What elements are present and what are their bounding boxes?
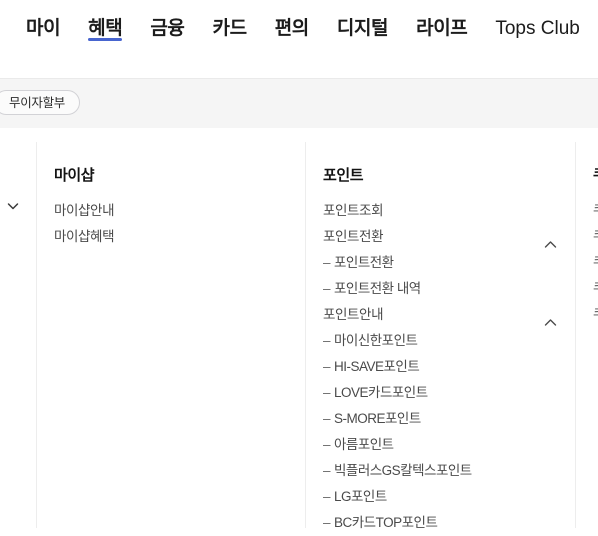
dash-bullet-icon: – [323,437,331,452]
menu-item-label: 포인트안내 [323,307,384,322]
submenu-item-label: LOVE카드포인트 [334,385,428,400]
submenu-item[interactable]: – HI-SAVE포인트 [323,354,563,380]
filter-chip-bar: 무이자할부 [0,78,598,128]
tab-active-underline [213,38,247,41]
menu-item[interactable]: 마이샵안내 [54,198,294,224]
menu-list: 포인트조회 포인트전환 – 포인트전환 – 포인트전환 내역 포인트안내 – 마이신한포인트 – H… [323,198,563,536]
dash-bullet-icon: – [323,411,331,426]
submenu-list: – 마이신한포인트 – HI-SAVE포인트 – LOVE카드포인트 – S-MORE포인트 –… [323,328,563,536]
menu-item[interactable]: 쿠 [593,224,598,250]
menu-item-label: 포인트조회 [323,203,384,218]
tab-active-underline [495,38,580,41]
tab-1[interactable]: 혜택 [74,0,136,41]
menu-column-point: 포인트 포인트조회 포인트전환 – 포인트전환 – 포인트전환 내역 포인트안내 – 마이신한포인… [323,128,563,536]
submenu-list: – 포인트전환 – 포인트전환 내역 [323,250,563,302]
tab-label: 디지털 [336,18,389,39]
menu-item-label: 마이샵안내 [54,203,115,218]
menu-group-header[interactable]: 포인트안내 [323,302,563,328]
tab-3[interactable]: 카드 [199,0,261,41]
menu-item-label: 쿠 [593,307,598,322]
tab-active-underline [26,38,60,41]
menu-item[interactable]: 포인트조회 [323,198,563,224]
column-title: 쿠 [593,166,598,186]
submenu-item-label: 아름포인트 [334,437,394,452]
dash-bullet-icon: – [323,463,331,478]
mega-menu-panel: 마이샵 마이샵안내 마이샵혜택 포인트 포인트조회 포인트전환 – 포인트전환 – 포인트전환 … [0,128,598,530]
tab-active-underline [416,38,467,41]
submenu-item[interactable]: – LG포인트 [323,484,563,510]
dash-bullet-icon: – [323,359,331,374]
tab-active-underline [337,38,388,41]
menu-item-label: 쿠 [593,203,598,218]
submenu-item[interactable]: – 포인트전환 내역 [323,276,563,302]
dash-bullet-icon: – [323,515,331,530]
tab-5[interactable]: 디지털 [323,0,402,41]
menu-item-label: 쿠 [593,255,598,270]
submenu-item[interactable]: – S-MORE포인트 [323,406,563,432]
menu-item[interactable]: 쿠 [593,302,598,328]
submenu-item-label: 빅플러스GS칼텍스포인트 [334,463,472,478]
menu-column-myshop: 마이샵마이샵안내마이샵혜택 [54,128,294,250]
column-divider-1 [36,142,37,528]
tab-label: 마이 [26,18,61,39]
menu-group-header[interactable]: 포인트전환 [323,224,563,250]
tab-4[interactable]: 편의 [261,0,323,41]
dash-bullet-icon: – [323,489,331,504]
tab-6[interactable]: 라이프 [402,0,481,41]
tab-active-underline [150,38,184,41]
tab-active-underline [88,38,123,41]
menu-list: 쿠쿠쿠쿠쿠 [593,198,598,328]
tab-7[interactable]: Tops Club [481,0,594,41]
menu-item[interactable]: 쿠 [593,250,598,276]
tab-active-underline [275,38,309,41]
column-divider-2 [305,142,306,528]
tab-label: Tops Club [495,18,580,39]
dash-bullet-icon: – [323,385,331,400]
menu-item-label: 마이샵혜택 [54,229,115,244]
chevron-up-icon[interactable] [544,232,557,248]
menu-item-label: 쿠 [593,229,598,244]
column-title: 포인트 [323,167,364,184]
menu-list: 마이샵안내마이샵혜택 [54,198,294,250]
chevron-up-icon[interactable] [544,310,557,326]
submenu-item[interactable]: – 아름포인트 [323,432,563,458]
menu-item[interactable]: 마이샵혜택 [54,224,294,250]
chevron-down-icon[interactable] [5,198,21,214]
tab-label: 금융 [150,18,185,39]
tab-2[interactable]: 금융 [136,0,198,41]
submenu-item[interactable]: – 포인트전환 [323,250,563,276]
column-title: 마이샵 [54,167,95,184]
menu-item[interactable]: 쿠 [593,276,598,302]
submenu-item-label: 마이신한포인트 [334,333,418,348]
menu-item-label: 쿠 [593,281,598,296]
tab-label: 혜택 [88,18,123,39]
submenu-item[interactable]: – LOVE카드포인트 [323,380,563,406]
filter-chip-interest-free-installment[interactable]: 무이자할부 [0,90,81,115]
column-divider-3 [575,142,576,528]
menu-column-coupon: 쿠쿠쿠쿠쿠쿠 [593,128,598,328]
submenu-item[interactable]: – 마이신한포인트 [323,328,563,354]
tab-label: 라이프 [416,18,468,39]
dash-bullet-icon: – [323,255,331,270]
menu-item[interactable]: 쿠 [593,198,598,224]
submenu-item[interactable]: – 빅플러스GS칼텍스포인트 [323,458,563,484]
dash-bullet-icon: – [323,281,331,296]
tab-label: 카드 [212,18,248,39]
top-navigation-bar: 마이 혜택 금융 카드 편의 디지털 라이프 Tops Club [0,0,598,78]
submenu-item-label: 포인트전환 [334,255,394,270]
submenu-item-label: LG포인트 [334,489,387,504]
tab-0[interactable]: 마이 [12,0,74,41]
tab-label: 편의 [274,18,310,39]
dash-bullet-icon: – [323,333,331,348]
submenu-item[interactable]: – BC카드TOP포인트 [323,510,563,536]
submenu-item-label: 포인트전환 내역 [334,281,421,296]
submenu-item-label: HI-SAVE포인트 [334,359,420,374]
tab-list: 마이 혜택 금융 카드 편의 디지털 라이프 Tops Club [0,0,598,78]
submenu-item-label: S-MORE포인트 [334,411,421,426]
menu-item-label: 포인트전환 [323,229,384,244]
